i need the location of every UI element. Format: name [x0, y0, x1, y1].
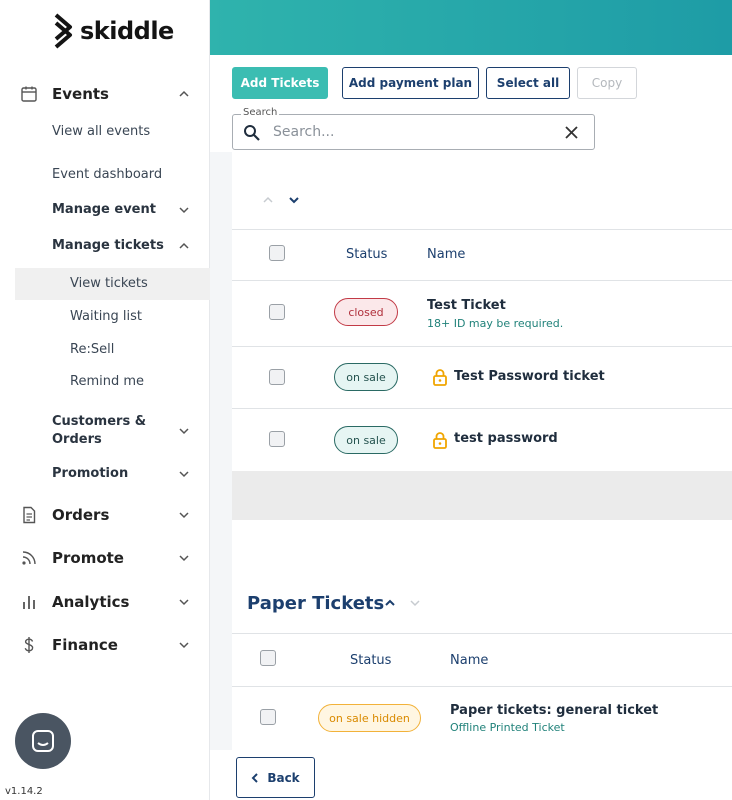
nav-finance[interactable]: Finance — [0, 635, 210, 655]
ticket-note: Offline Printed Ticket — [450, 721, 565, 734]
status-badge: on sale — [334, 426, 398, 454]
skiddle-logo-icon — [54, 13, 72, 49]
nav-event-dashboard[interactable]: Event dashboard — [52, 167, 162, 182]
app-version: v1.14.2 — [5, 786, 43, 797]
chevron-down-icon — [179, 599, 189, 606]
ticket-name: Test Ticket — [427, 298, 506, 313]
nav-manage-event[interactable]: Manage event — [0, 202, 210, 218]
nav-customers-orders-label: Customers & Orders — [52, 413, 146, 449]
bar-chart-icon — [23, 596, 35, 609]
search-icon — [244, 125, 260, 141]
select-all-button[interactable]: Select all — [486, 67, 570, 99]
nav-manage-tickets[interactable]: Manage tickets — [0, 238, 210, 254]
nav-analytics-label: Analytics — [52, 593, 130, 611]
table-divider — [232, 633, 732, 634]
ticket-note: 18+ ID may be required. — [427, 317, 564, 330]
table-divider — [232, 280, 732, 281]
row-checkbox[interactable] — [269, 304, 285, 320]
expand-down-icon[interactable] — [409, 598, 421, 608]
search-label: Search — [241, 107, 280, 118]
status-badge: on sale hidden — [318, 704, 421, 732]
ticket-name: Test Password ticket — [454, 369, 605, 384]
chevron-left-icon — [251, 772, 259, 783]
status-column-header: Status — [346, 247, 388, 262]
paper-name-column-header: Name — [450, 653, 489, 668]
chat-icon — [32, 730, 54, 752]
sort-down-icon[interactable] — [288, 195, 300, 205]
close-icon[interactable] — [565, 126, 578, 139]
back-button-label: Back — [267, 770, 300, 785]
sidebar: skiddle Events View all events Event das… — [0, 0, 210, 800]
search-field[interactable] — [232, 114, 595, 150]
search-input[interactable] — [273, 121, 553, 143]
copy-button[interactable]: Copy — [577, 67, 637, 99]
table-divider — [232, 686, 732, 687]
nav-view-tickets[interactable]: View tickets — [70, 276, 148, 291]
nav-manage-tickets-label: Manage tickets — [52, 238, 164, 253]
nav-resell[interactable]: Re:Sell — [70, 342, 114, 357]
chevron-down-icon — [179, 555, 189, 562]
chevron-down-icon — [179, 642, 189, 649]
paper-select-all-checkbox[interactable] — [260, 650, 276, 666]
back-button[interactable]: Back — [236, 757, 315, 798]
paper-status-column-header: Status — [350, 653, 392, 668]
table-divider — [232, 408, 732, 409]
chat-launcher-button[interactable] — [15, 713, 71, 769]
paper-tickets-title: Paper Tickets — [247, 593, 385, 614]
table-divider — [232, 229, 732, 230]
top-header-bar — [210, 0, 732, 55]
ticket-name: Paper tickets: general ticket — [450, 703, 659, 718]
nav-view-all-events[interactable]: View all events — [52, 124, 150, 139]
chevron-down-icon — [179, 428, 189, 435]
status-badge: on sale — [334, 363, 398, 391]
row-checkbox[interactable] — [269, 431, 285, 447]
nav-customers-line1: Customers & — [52, 414, 147, 429]
nav-events-label: Events — [52, 85, 109, 103]
nav-promotion[interactable]: Promotion — [0, 466, 210, 482]
calendar-icon — [21, 86, 37, 102]
nav-events[interactable]: Events — [0, 84, 210, 104]
rss-icon — [22, 551, 36, 565]
chevron-down-icon — [179, 207, 189, 214]
dollar-icon — [24, 637, 34, 653]
row-checkbox[interactable] — [260, 709, 276, 725]
nav-waiting-list[interactable]: Waiting list — [70, 309, 142, 324]
status-badge: closed — [334, 298, 398, 326]
nav-orders-label: Orders — [52, 506, 110, 524]
content-gutter — [210, 152, 232, 750]
chevron-up-icon — [179, 90, 189, 97]
row-checkbox[interactable] — [269, 369, 285, 385]
name-column-header: Name — [427, 247, 466, 262]
chevron-down-icon — [179, 512, 189, 519]
add-payment-plan-button[interactable]: Add payment plan — [342, 67, 479, 99]
chevron-down-icon — [179, 471, 189, 478]
lock-icon — [433, 432, 447, 449]
skiddle-logo[interactable]: skiddle — [52, 13, 174, 49]
nav-promotion-label: Promotion — [52, 466, 129, 481]
document-icon — [23, 506, 36, 524]
sort-up-icon[interactable] — [262, 195, 274, 205]
ticket-name: test password — [454, 431, 558, 446]
nav-manage-event-label: Manage event — [52, 202, 156, 217]
nav-analytics[interactable]: Analytics — [0, 592, 210, 612]
table-footer-band — [232, 471, 732, 520]
table-divider — [232, 346, 732, 347]
collapse-up-icon[interactable] — [384, 598, 396, 608]
add-tickets-button[interactable]: Add Tickets — [232, 67, 328, 99]
logo-text: skiddle — [80, 17, 174, 45]
nav-promote[interactable]: Promote — [0, 548, 210, 568]
nav-promote-label: Promote — [52, 549, 124, 567]
lock-icon — [433, 369, 447, 386]
nav-customers-line2: Orders — [52, 432, 102, 447]
nav-customers-orders[interactable]: Customers & Orders — [0, 413, 210, 449]
nav-finance-label: Finance — [52, 636, 118, 654]
nav-remind-me[interactable]: Remind me — [70, 374, 144, 389]
nav-orders[interactable]: Orders — [0, 505, 210, 525]
chevron-up-icon — [179, 242, 189, 249]
select-all-checkbox[interactable] — [269, 245, 285, 261]
